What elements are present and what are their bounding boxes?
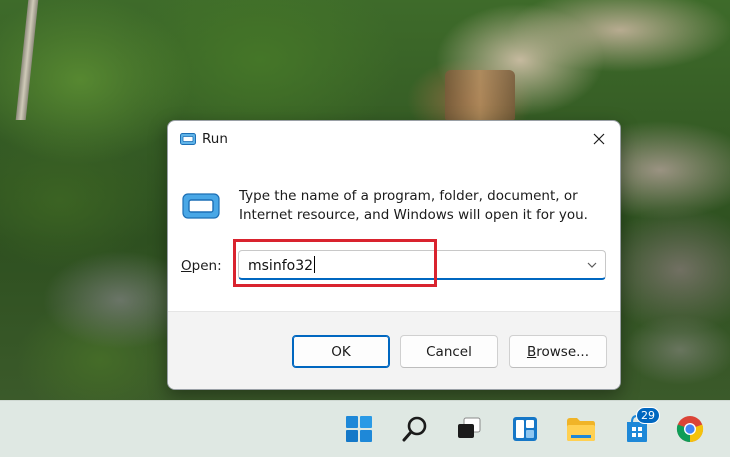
dialog-footer: OK Cancel Browse... bbox=[168, 311, 620, 389]
open-label-text: pen: bbox=[191, 258, 222, 274]
browse-label: rowse... bbox=[536, 343, 590, 360]
title-bar[interactable]: Run bbox=[168, 121, 620, 157]
cancel-button[interactable]: Cancel bbox=[400, 335, 498, 368]
browse-button[interactable]: Browse... bbox=[509, 335, 607, 368]
dialog-description: Type the name of a program, folder, docu… bbox=[239, 188, 588, 223]
open-input-value: msinfo32 bbox=[248, 258, 314, 274]
open-label-accelerator: O bbox=[181, 258, 192, 274]
task-view-icon bbox=[458, 417, 481, 438]
cancel-label: Cancel bbox=[426, 343, 472, 360]
search-icon bbox=[402, 416, 427, 442]
tree-stump bbox=[445, 70, 515, 120]
open-label: Open: bbox=[181, 258, 222, 274]
open-input[interactable]: msinfo32 bbox=[248, 256, 316, 274]
dialog-title: Run bbox=[202, 131, 228, 147]
chevron-down-icon[interactable] bbox=[585, 259, 599, 271]
ok-label: OK bbox=[331, 343, 351, 360]
browse-accelerator: B bbox=[526, 343, 537, 360]
run-icon bbox=[180, 133, 196, 145]
close-button[interactable] bbox=[586, 127, 612, 151]
taskbar-chrome-button[interactable] bbox=[671, 410, 709, 448]
run-program-icon bbox=[182, 193, 220, 219]
chrome-icon bbox=[676, 416, 704, 443]
taskbar-search-button[interactable] bbox=[396, 410, 434, 448]
taskbar-task-view-button[interactable] bbox=[450, 410, 488, 448]
store-notification-badge: 29 bbox=[636, 407, 660, 424]
tree-trunk bbox=[15, 0, 39, 120]
text-caret bbox=[314, 256, 316, 273]
widgets-icon bbox=[513, 417, 537, 441]
open-combobox[interactable]: msinfo32 bbox=[238, 250, 606, 280]
close-icon bbox=[593, 133, 605, 145]
taskbar-file-explorer-button[interactable] bbox=[562, 410, 600, 448]
run-dialog: Run Type the name of a program, folder, … bbox=[167, 120, 621, 390]
taskbar-widgets-button[interactable] bbox=[506, 410, 544, 448]
start-icon bbox=[346, 416, 372, 442]
ok-button[interactable]: OK bbox=[292, 335, 390, 368]
taskbar bbox=[0, 400, 730, 457]
taskbar-start-button[interactable] bbox=[340, 410, 378, 448]
file-explorer-icon bbox=[567, 418, 595, 441]
